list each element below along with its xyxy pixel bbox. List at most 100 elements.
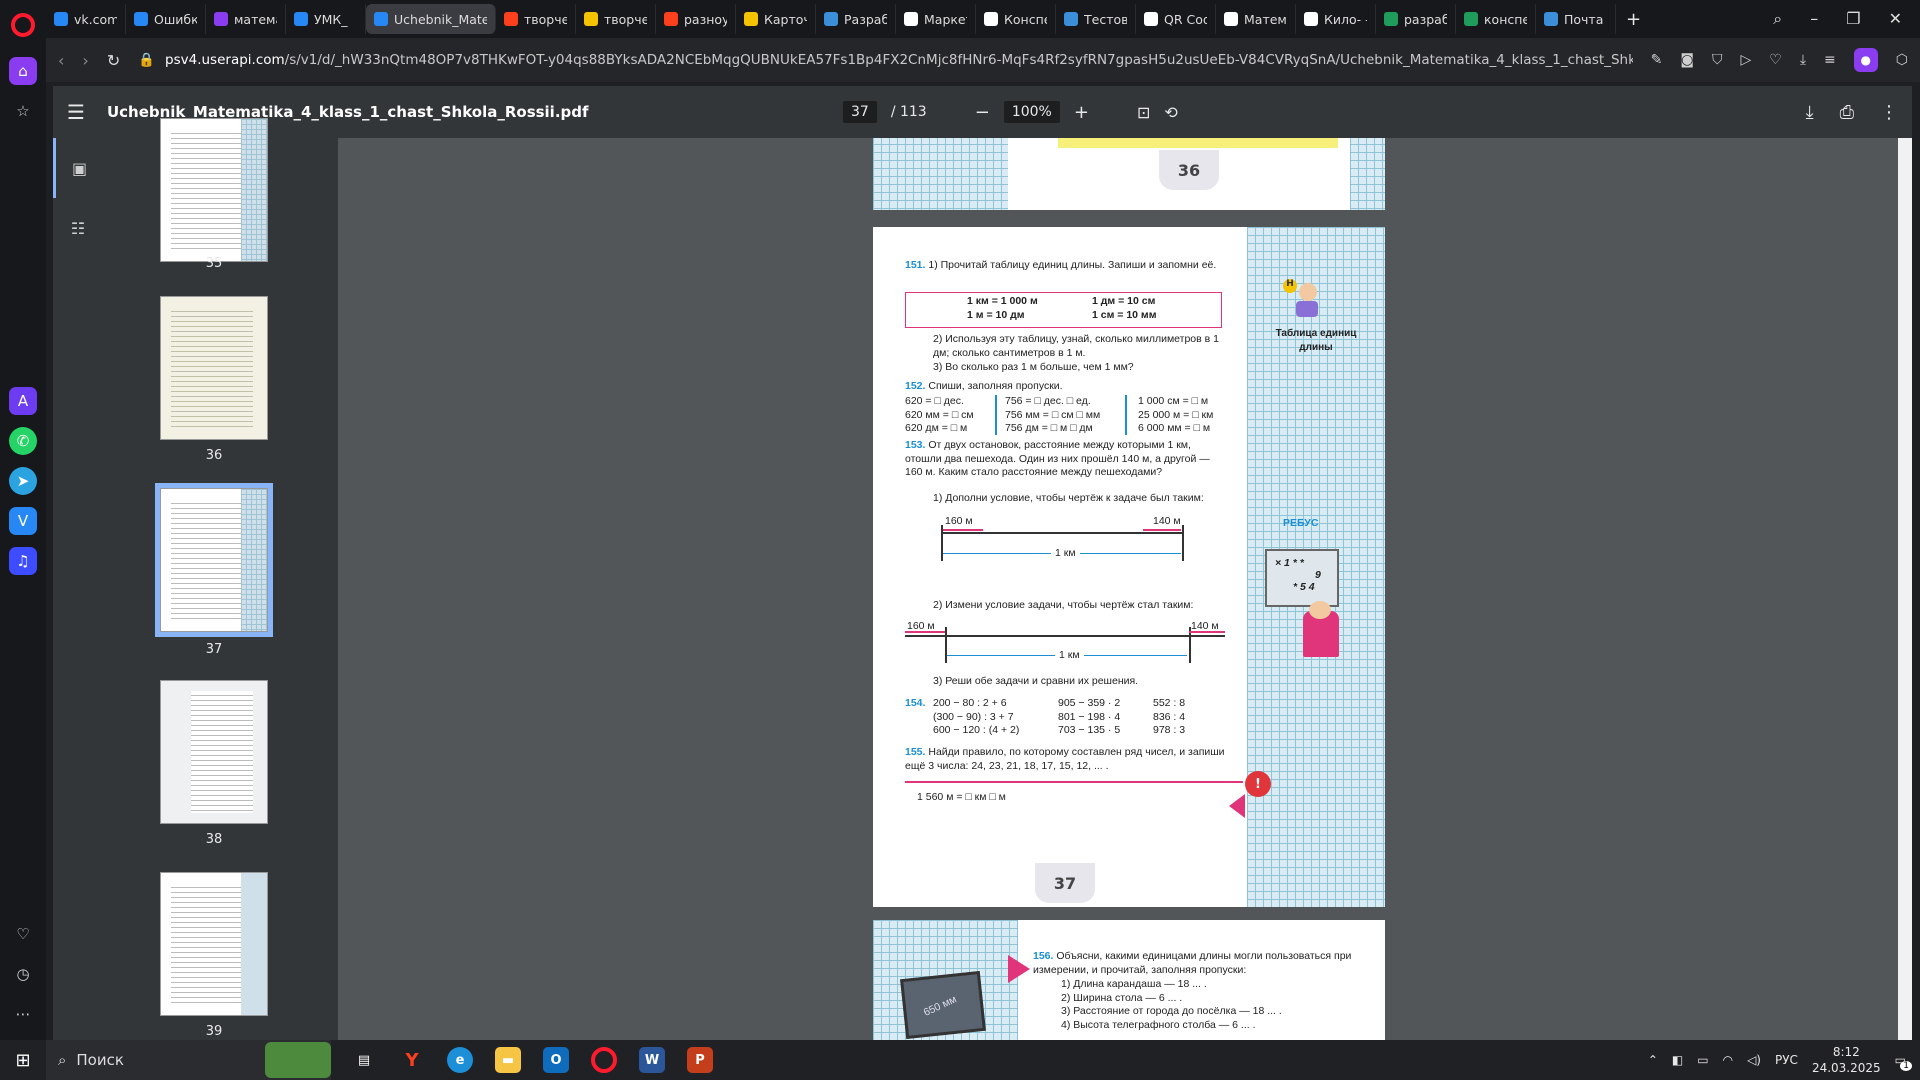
tab-0[interactable]: vk.com <box>46 4 126 34</box>
opera-taskbar-icon[interactable] <box>591 1047 617 1073</box>
aria-icon[interactable]: A <box>9 387 37 415</box>
history-icon[interactable]: ◷ <box>9 960 37 988</box>
page-thumbnail-36[interactable] <box>160 296 268 440</box>
tab-favicon-icon <box>294 12 308 26</box>
tab-3[interactable]: УМК_ <box>286 4 366 34</box>
back-icon[interactable]: ‹ <box>58 51 64 70</box>
forward-icon[interactable]: › <box>82 51 88 70</box>
whatsapp-icon[interactable]: ✆ <box>9 427 37 455</box>
tab-9[interactable]: Разработ <box>816 4 896 34</box>
tab-favicon-icon <box>984 12 998 26</box>
chevron-up-icon[interactable]: ⌃ <box>1648 1053 1658 1067</box>
tab-10[interactable]: Маркетпл <box>896 4 976 34</box>
tab-11[interactable]: Конспект <box>976 4 1056 34</box>
tab-label: Тестовые <box>1084 11 1127 27</box>
tab-label: творческ <box>524 11 567 27</box>
menu-icon[interactable]: ☰ <box>67 100 85 124</box>
tab-14[interactable]: Математ <box>1216 4 1296 34</box>
download-icon[interactable]: ⤓ <box>1806 102 1814 123</box>
file-explorer-icon[interactable]: ▬ <box>495 1047 521 1073</box>
tab-12[interactable]: Тестовые <box>1056 4 1136 34</box>
tab-label: Конспект <box>1004 11 1047 27</box>
tab-label: Разработ <box>844 11 887 27</box>
side-title: Таблица единиц длины <box>1275 328 1357 353</box>
edge-icon[interactable]: e <box>447 1047 473 1073</box>
restore-icon[interactable]: ❐ <box>1846 9 1860 29</box>
page-thumbnail-37[interactable] <box>155 483 273 637</box>
vk-icon[interactable]: V <box>9 507 37 535</box>
page-thumbnail-35[interactable] <box>160 118 268 262</box>
page-scrollbar[interactable] <box>1898 138 1912 1040</box>
tab-2[interactable]: математ <box>206 4 286 34</box>
reload-icon[interactable]: ↻ <box>107 51 120 70</box>
edit-icon[interactable]: ✎ <box>1651 52 1663 68</box>
close-icon[interactable]: ✕ <box>1889 9 1902 29</box>
tab-17[interactable]: конспект <box>1456 4 1536 34</box>
task-column: 1 000 см = □ м 25 000 м = □ км 6 000 мм … <box>1138 395 1214 434</box>
fit-page-icon[interactable]: ⊡ <box>1137 103 1150 122</box>
volume-icon[interactable]: ◁) <box>1747 1053 1761 1067</box>
windows-start-icon[interactable]: ⊞ <box>0 1050 46 1071</box>
clock[interactable]: 8:12 24.03.2025 <box>1812 1044 1881 1076</box>
thumbnails-icon[interactable]: ▣ <box>53 138 103 198</box>
tab-13[interactable]: QR Code <box>1136 4 1216 34</box>
music-icon[interactable]: ♫ <box>9 547 37 575</box>
rebus-title: РЕБУС <box>1283 517 1319 529</box>
pinboard-icon[interactable]: ☆ <box>9 97 37 125</box>
more-icon[interactable]: ⋯ <box>9 1000 37 1028</box>
notification-icon[interactable]: ▭ 1 <box>1895 1053 1912 1071</box>
diagram-label: 160 м <box>945 515 973 527</box>
wifi-icon[interactable]: ◠ <box>1723 1053 1733 1067</box>
minimize-icon[interactable]: – <box>1810 9 1818 29</box>
tab-15[interactable]: Кило- — <box>1296 4 1376 34</box>
search-tabs-icon[interactable]: ⌕ <box>1773 9 1782 29</box>
page-number-input[interactable]: 37 <box>843 101 877 123</box>
tab-16[interactable]: разрабо <box>1376 4 1456 34</box>
menu-icon[interactable]: ≡ <box>1824 52 1836 68</box>
opera-logo-icon[interactable] <box>11 13 35 37</box>
tab-1[interactable]: Ошибка <box>126 4 206 34</box>
tab-label: Uchebnik_Matem <box>394 11 487 27</box>
tab-label: разноуро <box>684 11 727 27</box>
more-options-icon[interactable]: ⋮ <box>1880 102 1898 123</box>
extensions-icon[interactable]: ⬡ <box>1896 52 1908 68</box>
tab-favicon-icon <box>824 12 838 26</box>
tab-8[interactable]: Карточки <box>736 4 816 34</box>
zoom-in-icon[interactable]: + <box>1074 102 1089 123</box>
tab-6[interactable]: творческ <box>576 4 656 34</box>
taskbar-search[interactable]: ⌕ Поиск <box>46 1040 331 1080</box>
print-icon[interactable]: ⎙ <box>1840 102 1854 123</box>
task-text: 2) Измени условие задачи, чтобы чертёж с… <box>933 599 1194 611</box>
telegram-icon[interactable]: ➤ <box>9 467 37 495</box>
diagram-label: 1 км <box>1051 547 1080 561</box>
powerpoint-icon[interactable]: P <box>687 1047 713 1073</box>
heart-icon[interactable]: ♡ <box>9 920 37 948</box>
tab-5[interactable]: творческ <box>496 4 576 34</box>
battery-icon[interactable]: ▭ <box>1697 1053 1708 1067</box>
task-view-icon[interactable]: ▤ <box>351 1047 377 1073</box>
play-icon[interactable]: ▷ <box>1740 52 1751 68</box>
tab-7[interactable]: разноуро <box>656 4 736 34</box>
outline-icon[interactable]: ☷ <box>53 198 103 258</box>
tab-4[interactable]: Uchebnik_Matem <box>366 4 496 34</box>
rotate-icon[interactable]: ⟲ <box>1164 103 1177 122</box>
language-indicator[interactable]: РУС <box>1775 1053 1798 1067</box>
zoom-out-icon[interactable]: − <box>975 102 990 123</box>
home-icon[interactable]: ⌂ <box>9 57 37 85</box>
meet-icon[interactable]: ◧ <box>1672 1053 1683 1067</box>
heart-icon[interactable]: ♡ <box>1769 52 1782 68</box>
zoom-input[interactable]: 100% <box>1003 101 1060 123</box>
profile-icon[interactable]: ● <box>1853 48 1878 72</box>
outlook-icon[interactable]: O <box>543 1047 569 1073</box>
download-icon[interactable]: ⤓ <box>1800 52 1806 68</box>
thumbnail-label: 37 <box>205 642 223 657</box>
tab-18[interactable]: Почта М <box>1536 4 1616 34</box>
page-thumbnail-38[interactable] <box>160 680 268 824</box>
new-tab-icon[interactable]: + <box>1626 9 1641 30</box>
camera-icon[interactable]: ◙ <box>1680 52 1694 68</box>
yandex-browser-icon[interactable]: Y <box>399 1047 425 1073</box>
word-icon[interactable]: W <box>639 1047 665 1073</box>
shield-icon[interactable]: ⛉ <box>1712 52 1723 68</box>
url-field[interactable]: 🔒 psv4.userapi.com/s/v1/d/_hW33nQtm48OP7… <box>138 52 1632 68</box>
page-thumbnail-39[interactable] <box>160 872 268 1016</box>
